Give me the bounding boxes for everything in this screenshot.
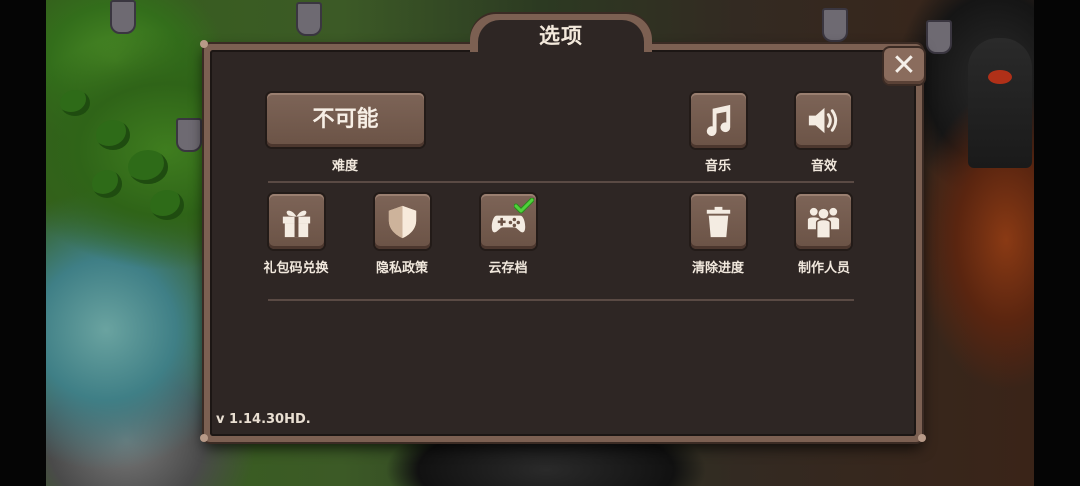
dark-tower bbox=[968, 38, 1032, 168]
difficulty-button[interactable]: 不可能 bbox=[267, 93, 424, 147]
level-flag-icon bbox=[926, 20, 952, 54]
map-tree bbox=[92, 170, 122, 198]
level-flag-icon bbox=[110, 0, 136, 34]
music-button[interactable] bbox=[691, 93, 746, 148]
close-button[interactable]: ✕ bbox=[884, 48, 924, 84]
clear-progress-label: 清除进度 bbox=[691, 261, 744, 276]
sound-label: 音效 bbox=[810, 159, 837, 174]
speaker-icon bbox=[808, 107, 838, 134]
level-flag-icon bbox=[176, 118, 202, 152]
music-label: 音乐 bbox=[704, 159, 731, 174]
dialog-title: 选项 bbox=[539, 24, 583, 48]
map-tree bbox=[96, 120, 130, 150]
checkmark-icon bbox=[514, 198, 534, 214]
frame-corner-rivet bbox=[200, 40, 208, 48]
credits-button[interactable] bbox=[796, 194, 851, 249]
people-icon bbox=[807, 207, 840, 239]
level-flag-icon bbox=[296, 2, 322, 36]
credits-label: 制作人员 bbox=[797, 261, 850, 276]
music-note-icon bbox=[706, 104, 731, 137]
clear-progress-button[interactable] bbox=[691, 194, 746, 249]
version-text: v 1.14.30HD. bbox=[216, 412, 311, 427]
map-tree bbox=[60, 90, 90, 116]
shield-icon bbox=[388, 205, 417, 239]
gift-code-button[interactable] bbox=[269, 194, 324, 249]
difficulty-value: 不可能 bbox=[312, 107, 379, 132]
sound-button[interactable] bbox=[796, 93, 851, 148]
cloud-save-label: 云存档 bbox=[488, 261, 528, 276]
close-icon: ✕ bbox=[891, 48, 917, 83]
gift-code-label: 礼包码兑换 bbox=[263, 261, 329, 276]
divider-bottom bbox=[268, 299, 854, 301]
privacy-policy-label: 隐私政策 bbox=[375, 261, 428, 276]
trash-icon bbox=[706, 206, 731, 238]
frame-corner-rivet bbox=[918, 434, 926, 442]
divider-top bbox=[268, 181, 854, 183]
map-tree bbox=[128, 150, 168, 184]
map-tree bbox=[150, 190, 184, 220]
gift-icon bbox=[282, 210, 311, 238]
privacy-policy-button[interactable] bbox=[375, 194, 430, 249]
frame-corner-rivet bbox=[200, 434, 208, 442]
letterbox-right bbox=[1034, 0, 1080, 486]
letterbox-left bbox=[0, 0, 46, 486]
level-flag-icon bbox=[822, 8, 848, 42]
tower-eye bbox=[988, 70, 1012, 84]
difficulty-label: 难度 bbox=[331, 159, 358, 174]
